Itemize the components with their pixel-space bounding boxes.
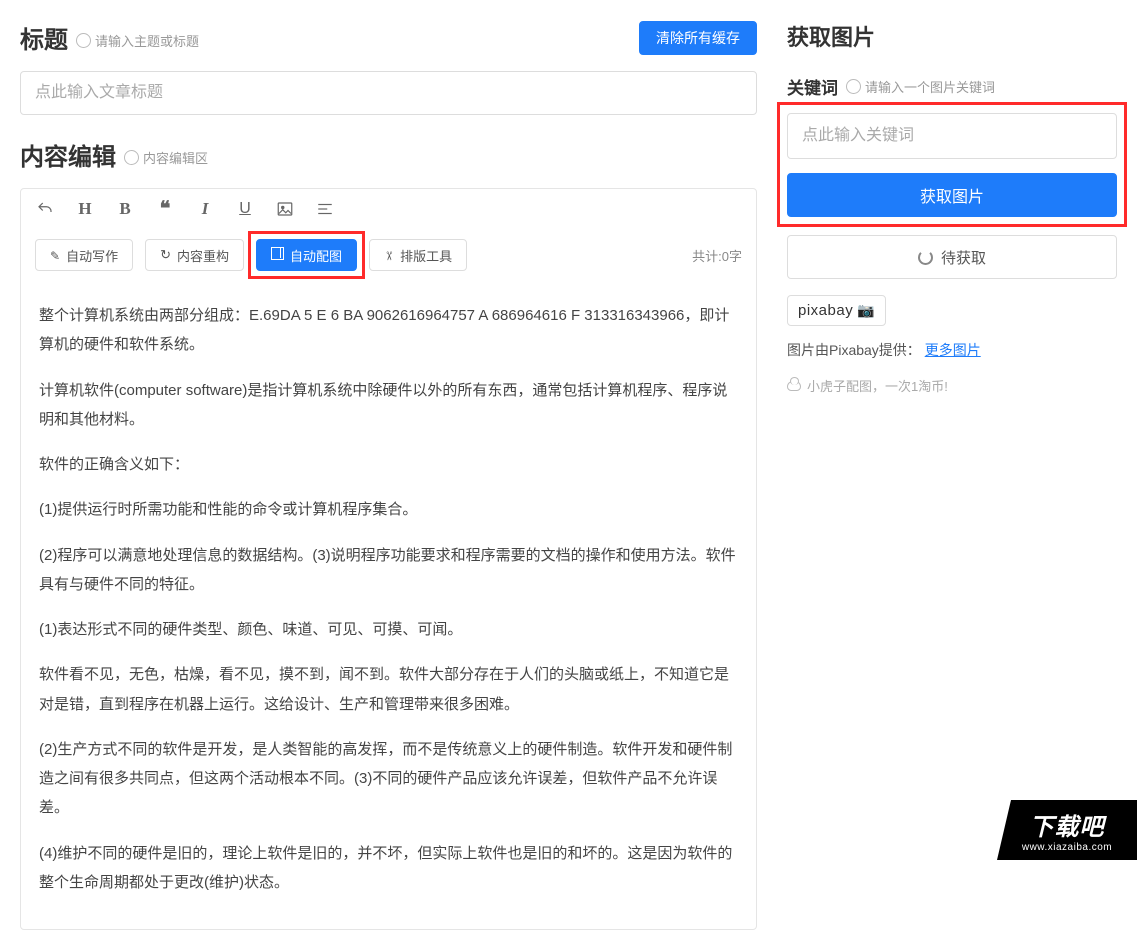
editor-section-label: 内容编辑 [20, 137, 116, 172]
clear-cache-button[interactable]: 清除所有缓存 [639, 21, 757, 55]
action-toolbar: 自动写作 内容重构 自动配图 排版工具 共计:0字 [21, 229, 756, 285]
editor-paragraph: 计算机软件(computer software)是指计算机系统中除硬件以外的所有… [39, 376, 738, 435]
keyword-label: 关键词 [787, 74, 838, 99]
editor-content[interactable]: 整个计算机系统由两部分组成：E.69DA 5 E 6 BA 9062616964… [21, 285, 756, 929]
editor-paragraph: (2)程序可以满意地处理信息的数据结构。(3)说明程序功能要求和程序需要的文档的… [39, 541, 738, 600]
credit-line: 图片由Pixabay提供： 更多图片 [787, 340, 1117, 360]
editor-paragraph: 软件看不见，无色，枯燥，看不见，摸不到，闻不到。软件大部分存在于人们的头脑或纸上… [39, 660, 738, 719]
editor-paragraph: 整个计算机系统由两部分组成：E.69DA 5 E 6 BA 9062616964… [39, 301, 738, 360]
editor-paragraph: (1)表达形式不同的硬件类型、颜色、味道、可见、可摸、可闻。 [39, 615, 738, 644]
fetch-image-button[interactable]: 获取图片 [787, 173, 1117, 217]
align-left-icon[interactable] [315, 199, 335, 219]
scissors-icon [384, 248, 394, 263]
quote-icon[interactable]: ❝ [155, 199, 175, 219]
layout-tools-button[interactable]: 排版工具 [369, 239, 467, 271]
spinner-icon [918, 250, 933, 265]
restructure-button[interactable]: 内容重构 [145, 239, 244, 271]
more-images-link[interactable]: 更多图片 [925, 342, 981, 358]
editor-paragraph: (2)生产方式不同的软件是开发，是人类智能的高发挥，而不是传统意义上的硬件制造。… [39, 735, 738, 823]
side-title: 获取图片 [787, 20, 1117, 52]
italic-icon[interactable]: I [195, 199, 215, 219]
undo-icon[interactable] [35, 199, 55, 219]
note-line: 小虎子配图，一次1淘币! [787, 376, 1117, 395]
title-hint: 请输入主题或标题 [76, 31, 203, 50]
auto-image-button[interactable]: 自动配图 [256, 239, 357, 271]
editor-box: H B ❝ I U 自动写作 内容重构 自动配图 排版工具 共计:0字 整个计算… [20, 188, 757, 930]
title-section-header: 标题 请输入主题或标题 清除所有缓存 [20, 20, 757, 55]
editor-section-hint: 内容编辑区 [124, 148, 212, 167]
image-icon[interactable] [275, 199, 295, 219]
title-label: 标题 [20, 20, 68, 55]
camera-icon: 📷 [857, 302, 874, 319]
layout-icon [271, 247, 284, 263]
editor-paragraph: (1)提供运行时所需功能和性能的命令或计算机程序集合。 [39, 495, 738, 524]
heading-icon[interactable]: H [75, 199, 95, 219]
keyword-input[interactable] [787, 113, 1117, 159]
watermark: 下载吧 www.xiazaiba.com [997, 800, 1137, 860]
bold-icon[interactable]: B [115, 199, 135, 219]
refresh-icon [160, 247, 171, 263]
cloud-icon [787, 381, 801, 391]
article-title-input[interactable] [20, 71, 757, 115]
underline-icon[interactable]: U [235, 199, 255, 219]
format-toolbar: H B ❝ I U [21, 189, 756, 229]
pencil-icon [50, 248, 60, 263]
pending-button[interactable]: 待获取 [787, 235, 1117, 279]
pixabay-badge: pixabay 📷 [787, 295, 886, 326]
word-count: 共计:0字 [692, 246, 742, 265]
keyword-hint: 请输入一个图片关键词 [846, 77, 999, 96]
editor-paragraph: 软件的正确含义如下： [39, 450, 738, 479]
auto-write-button[interactable]: 自动写作 [35, 239, 133, 271]
editor-paragraph: (4)维护不同的硬件是旧的，理论上软件是旧的，并不坏，但实际上软件也是旧的和坏的… [39, 839, 738, 898]
